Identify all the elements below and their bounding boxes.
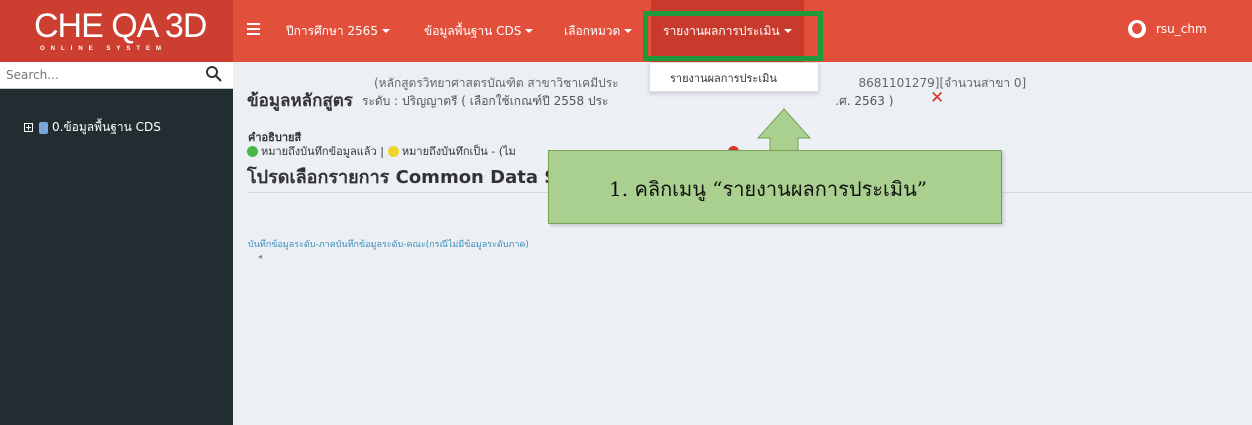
user-menu[interactable]: rsu_chm	[1128, 20, 1207, 38]
nav-academic-year[interactable]: ปีการศึกษา 2565	[286, 0, 390, 62]
search-icon[interactable]	[205, 65, 223, 83]
top-navbar: CHE QA 3D ONLINE SYSTEM ปีการศึกษา 2565 …	[0, 0, 1252, 62]
level-line: ระดับ : ปริญญาตรี ( เลือกใช้เกณฑ์ปี 2558…	[362, 94, 609, 108]
callout-up-arrow-icon	[756, 108, 812, 152]
yellow-dot-icon	[387, 145, 399, 157]
callout-text: 1. คลิกเมนู “รายงานผลการประเมิน”	[609, 177, 927, 201]
legend-green-text: หมายถึงบันทึกข้อมูลแล้ว |	[261, 145, 384, 158]
highlight-box	[643, 11, 823, 61]
caret-down-icon	[381, 29, 390, 33]
nav-cds-label: ข้อมูลพื้นฐาน CDS	[424, 23, 522, 38]
user-avatar-icon	[1128, 20, 1146, 38]
expand-icon[interactable]	[24, 123, 33, 132]
sidebar: 0.ข้อมูลพื้นฐาน CDS	[0, 62, 233, 425]
database-icon	[39, 121, 48, 134]
report-dropdown-menu: รายงานผลการประเมิน	[649, 62, 819, 92]
instruction-callout: 1. คลิกเมนู “รายงานผลการประเมิน”	[548, 150, 1002, 224]
sidebar-search	[0, 62, 233, 89]
program-line: (หลักสูตรวิทยาศาสตรบัณฑิต สาขาวิชาเคมีปร…	[374, 76, 619, 90]
green-dot-icon	[247, 145, 258, 157]
level-line-tail: .ศ. 2563 )	[835, 94, 894, 108]
logo-text: CHE QA 3D	[34, 7, 207, 45]
nav-academic-year-label: ปีการศึกษา 2565	[286, 23, 378, 38]
logo-subtitle: ONLINE SYSTEM	[40, 46, 168, 52]
record-level-link[interactable]: บันทึกข้อมูลระดับ-ภาคบันทึกข้อมูลระดับ-ค…	[248, 237, 529, 251]
username: rsu_chm	[1156, 22, 1207, 36]
brand-logo[interactable]: CHE QA 3D ONLINE SYSTEM	[0, 0, 233, 62]
nav-category-label: เลือกหมวด	[564, 23, 621, 38]
remove-icon[interactable]: ✕	[930, 88, 944, 108]
search-input[interactable]	[4, 65, 198, 85]
tree-item-cds[interactable]: 0.ข้อมูลพื้นฐาน CDS	[24, 118, 161, 137]
dropdown-item-report[interactable]: รายงานผลการประเมิน	[670, 69, 777, 87]
nav-cds[interactable]: ข้อมูลพื้นฐาน CDS	[424, 0, 534, 62]
section-heading: โปรดเลือกรายการ Common Data S	[247, 167, 558, 188]
menu-toggle-icon[interactable]	[247, 20, 260, 40]
scroll-left-icon[interactable]: ◂	[258, 252, 262, 261]
caret-down-icon	[624, 29, 633, 33]
main-content: (หลักสูตรวิทยาศาสตรบัณฑิต สาขาวิชาเคมีปร…	[233, 62, 1252, 425]
caret-down-icon	[525, 29, 534, 33]
legend-yellow-text: หมายถึงบันทึกเป็น - (ไม	[401, 145, 516, 158]
tree-item-label: 0.ข้อมูลพื้นฐาน CDS	[52, 120, 161, 134]
nav-category[interactable]: เลือกหมวด	[564, 0, 633, 62]
